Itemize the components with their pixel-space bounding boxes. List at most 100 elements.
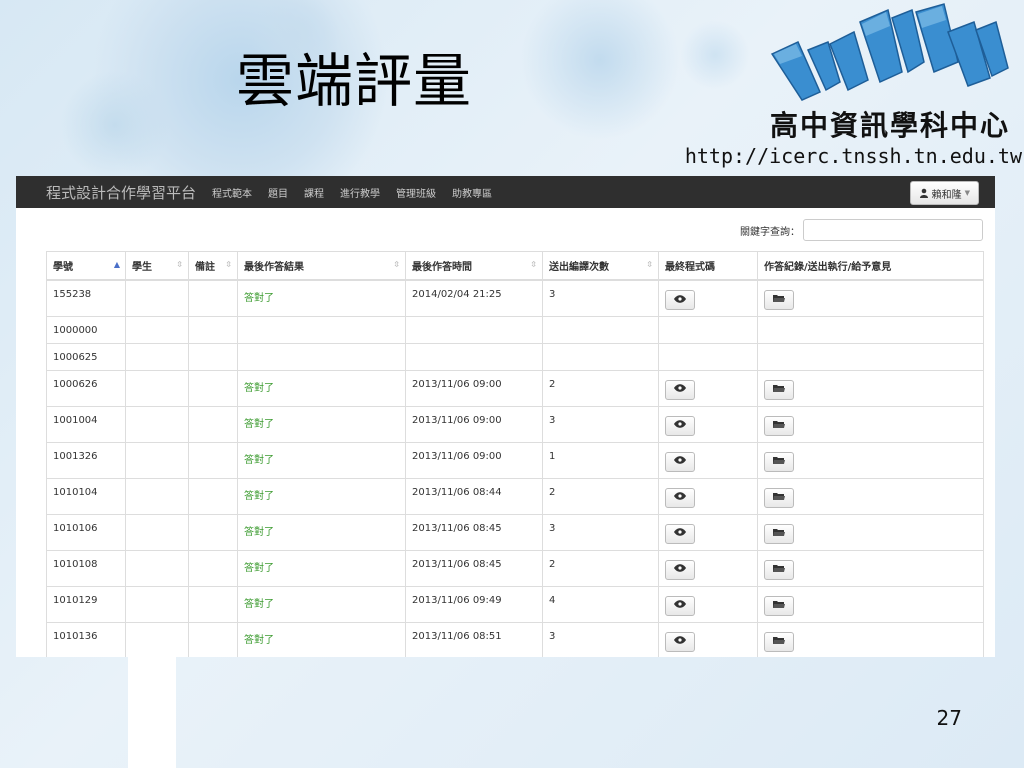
www-logo <box>770 3 1009 101</box>
eye-icon <box>674 564 686 575</box>
user-menu-button[interactable]: 賴和隆 ▼ <box>909 181 979 205</box>
cell-note <box>188 621 238 657</box>
cell-note <box>188 477 238 515</box>
cell-last-result: 答對了 <box>237 405 406 443</box>
view-code-button[interactable] <box>665 379 695 400</box>
cell-note <box>188 405 238 443</box>
table-header-row: 學號 ▲ 學生 ⇳ 備註 ⇳ 最後作答結果 ⇳ 最後作答時間 ⇳ 送出編譯次數 ⇳ 最終程式… <box>46 251 984 281</box>
record-button[interactable] <box>764 595 794 616</box>
cell-record <box>757 549 984 587</box>
table-row: 1001004 答對了 2013/11/06 09:00 3 <box>46 405 984 443</box>
cell-compile-count: 3 <box>542 405 659 443</box>
cell-record <box>757 585 984 623</box>
folder-open-icon <box>773 294 785 306</box>
column-header-student[interactable]: 學生 ⇳ <box>125 251 189 281</box>
cell-final-code <box>658 342 758 371</box>
column-header-last-time[interactable]: 最後作答時間 ⇳ <box>405 251 543 281</box>
table-row: 1010129 答對了 2013/11/06 09:49 4 <box>46 585 984 623</box>
record-button[interactable] <box>764 487 794 508</box>
cell-note <box>188 369 238 407</box>
nav-link-teaching[interactable]: 進行教學 <box>340 185 380 200</box>
cell-last-result: 答對了 <box>237 549 406 587</box>
overlay-strip <box>128 657 176 768</box>
eye-icon <box>674 420 686 431</box>
search-input[interactable] <box>803 219 983 241</box>
eye-icon <box>674 456 686 467</box>
record-button[interactable] <box>764 451 794 472</box>
cell-last-time: 2013/11/06 09:00 <box>405 441 543 479</box>
background-bubble <box>680 20 750 90</box>
cell-record <box>757 441 984 479</box>
cell-compile-count <box>542 342 659 371</box>
record-button[interactable] <box>764 379 794 400</box>
cell-student-id: 1010129 <box>46 585 126 623</box>
sort-icon: ⇳ <box>393 260 400 269</box>
column-header-last-result[interactable]: 最後作答結果 ⇳ <box>237 251 406 281</box>
nav-link-courses[interactable]: 課程 <box>304 185 324 200</box>
column-header-student-id[interactable]: 學號 ▲ <box>46 251 126 281</box>
eye-icon <box>674 294 686 306</box>
cell-last-time: 2013/11/06 08:51 <box>405 621 543 657</box>
cell-student-id: 1000625 <box>46 342 126 371</box>
folder-open-icon <box>773 528 785 540</box>
cell-compile-count: 2 <box>542 477 659 515</box>
cell-final-code <box>658 405 758 443</box>
table-row: 1010106 答對了 2013/11/06 08:45 3 <box>46 513 984 551</box>
table-row: 1010104 答對了 2013/11/06 08:44 2 <box>46 477 984 515</box>
cell-note <box>188 279 238 317</box>
nav-link-problems[interactable]: 題目 <box>268 185 288 200</box>
folder-open-icon <box>773 420 785 432</box>
cell-record <box>757 369 984 407</box>
cell-last-time: 2014/02/04 21:25 <box>405 279 543 317</box>
sort-icon: ⇳ <box>646 260 653 269</box>
caret-down-icon: ▼ <box>964 189 970 197</box>
cell-student <box>125 369 189 407</box>
cell-last-time: 2013/11/06 09:49 <box>405 585 543 623</box>
cell-last-result: 答對了 <box>237 621 406 657</box>
nav-link-ta-area[interactable]: 助教專區 <box>452 185 492 200</box>
cell-final-code <box>658 585 758 623</box>
nav-link-manage-class[interactable]: 管理班級 <box>396 185 436 200</box>
center-name: 高中資訊學科中心 <box>769 109 1010 142</box>
cell-compile-count: 4 <box>542 585 659 623</box>
user-icon <box>919 188 928 198</box>
cell-last-time: 2013/11/06 08:45 <box>405 549 543 587</box>
record-button[interactable] <box>764 415 794 436</box>
view-code-button[interactable] <box>665 631 695 652</box>
sort-asc-icon: ▲ <box>113 260 120 269</box>
view-code-button[interactable] <box>665 415 695 436</box>
cell-last-result: 答對了 <box>237 585 406 623</box>
cell-final-code <box>658 621 758 657</box>
nav-link-templates[interactable]: 程式範本 <box>212 185 252 200</box>
cell-student-id: 1000000 <box>46 315 126 344</box>
results-table: 學號 ▲ 學生 ⇳ 備註 ⇳ 最後作答結果 ⇳ 最後作答時間 ⇳ 送出編譯次數 ⇳ 最終程式… <box>46 251 984 657</box>
search-row: 關鍵字查詢： <box>740 219 983 241</box>
column-header-final-code: 最終程式碼 <box>658 251 758 281</box>
cell-student-id: 155238 <box>46 279 126 317</box>
view-code-button[interactable] <box>665 559 695 580</box>
cell-record <box>757 477 984 515</box>
record-button[interactable] <box>764 631 794 652</box>
cell-student-id: 1000626 <box>46 369 126 407</box>
view-code-button[interactable] <box>665 487 695 508</box>
cell-final-code <box>658 315 758 344</box>
record-button[interactable] <box>764 290 794 310</box>
cell-student <box>125 549 189 587</box>
view-code-button[interactable] <box>665 451 695 472</box>
cell-compile-count: 3 <box>542 279 659 317</box>
column-header-note[interactable]: 備註 ⇳ <box>188 251 238 281</box>
cell-last-time <box>405 315 543 344</box>
cell-last-result <box>237 342 406 371</box>
view-code-button[interactable] <box>665 290 695 310</box>
cell-record <box>757 621 984 657</box>
cell-compile-count <box>542 315 659 344</box>
brand[interactable]: 程式設計合作學習平台 <box>46 182 196 203</box>
record-button[interactable] <box>764 523 794 544</box>
view-code-button[interactable] <box>665 595 695 616</box>
record-button[interactable] <box>764 559 794 580</box>
cell-final-code <box>658 549 758 587</box>
column-header-compile-count[interactable]: 送出編譯次數 ⇳ <box>542 251 659 281</box>
column-header-record: 作答紀錄/送出執行/給予意見 <box>757 251 984 281</box>
view-code-button[interactable] <box>665 523 695 544</box>
cell-compile-count: 2 <box>542 369 659 407</box>
